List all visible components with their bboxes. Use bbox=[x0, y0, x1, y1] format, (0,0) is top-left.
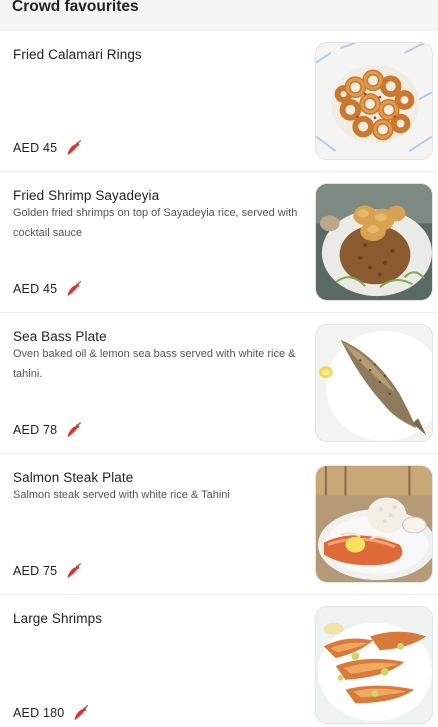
chili-icon bbox=[65, 421, 83, 439]
item-price-row: AED 180 bbox=[13, 704, 90, 722]
item-description: Golden fried shrimps on top of Sayadeyia… bbox=[13, 207, 298, 239]
chili-icon bbox=[65, 280, 83, 298]
item-description: Oven baked oil & lemon sea bass served w… bbox=[13, 348, 296, 380]
item-price-row: AED 75 bbox=[13, 562, 83, 580]
item-name: Large Shrimps bbox=[13, 611, 103, 626]
sea-bass-image[interactable] bbox=[315, 324, 433, 442]
item-text: Fried Calamari Rings bbox=[13, 46, 298, 62]
item-text: Salmon Steak Plate Salmon steak served w… bbox=[13, 469, 298, 505]
section-title: Crowd favourites bbox=[12, 0, 139, 15]
menu-item[interactable]: Fried Shrimp Sayadeyia Golden fried shri… bbox=[0, 172, 438, 313]
menu-item[interactable]: Large Shrimps AED 180 bbox=[0, 595, 438, 727]
menu-item[interactable]: Fried Calamari Rings AED 45 bbox=[0, 31, 438, 172]
item-price: AED 45 bbox=[13, 141, 58, 155]
item-price-row: AED 45 bbox=[13, 280, 83, 298]
menu-item[interactable]: Sea Bass Plate Oven baked oil & lemon se… bbox=[0, 313, 438, 454]
shrimp-sayadeyia-image[interactable] bbox=[315, 183, 433, 301]
menu-item[interactable]: Salmon Steak Plate Salmon steak served w… bbox=[0, 454, 438, 595]
item-price: AED 78 bbox=[13, 423, 58, 437]
item-name: Fried Calamari Rings bbox=[13, 47, 142, 62]
item-price-row: AED 78 bbox=[13, 421, 83, 439]
item-text: Fried Shrimp Sayadeyia Golden fried shri… bbox=[13, 187, 298, 243]
chili-icon bbox=[65, 139, 83, 157]
fried-calamari-image[interactable] bbox=[315, 42, 433, 160]
chili-icon bbox=[65, 562, 83, 580]
item-price-row: AED 45 bbox=[13, 139, 83, 157]
menu-list: Fried Calamari Rings AED 45 Fried Shrimp… bbox=[0, 31, 438, 727]
large-shrimps-image[interactable] bbox=[315, 606, 433, 724]
chili-icon bbox=[72, 704, 90, 722]
item-text: Sea Bass Plate Oven baked oil & lemon se… bbox=[13, 328, 298, 384]
section-header: Crowd favourites bbox=[0, 0, 438, 31]
item-description: Salmon steak served with white rice & Ta… bbox=[13, 489, 230, 501]
item-price: AED 75 bbox=[13, 564, 58, 578]
salmon-steak-image[interactable] bbox=[315, 465, 433, 583]
item-text: Large Shrimps bbox=[13, 610, 298, 626]
item-price: AED 45 bbox=[13, 282, 58, 296]
item-price: AED 180 bbox=[13, 706, 65, 720]
